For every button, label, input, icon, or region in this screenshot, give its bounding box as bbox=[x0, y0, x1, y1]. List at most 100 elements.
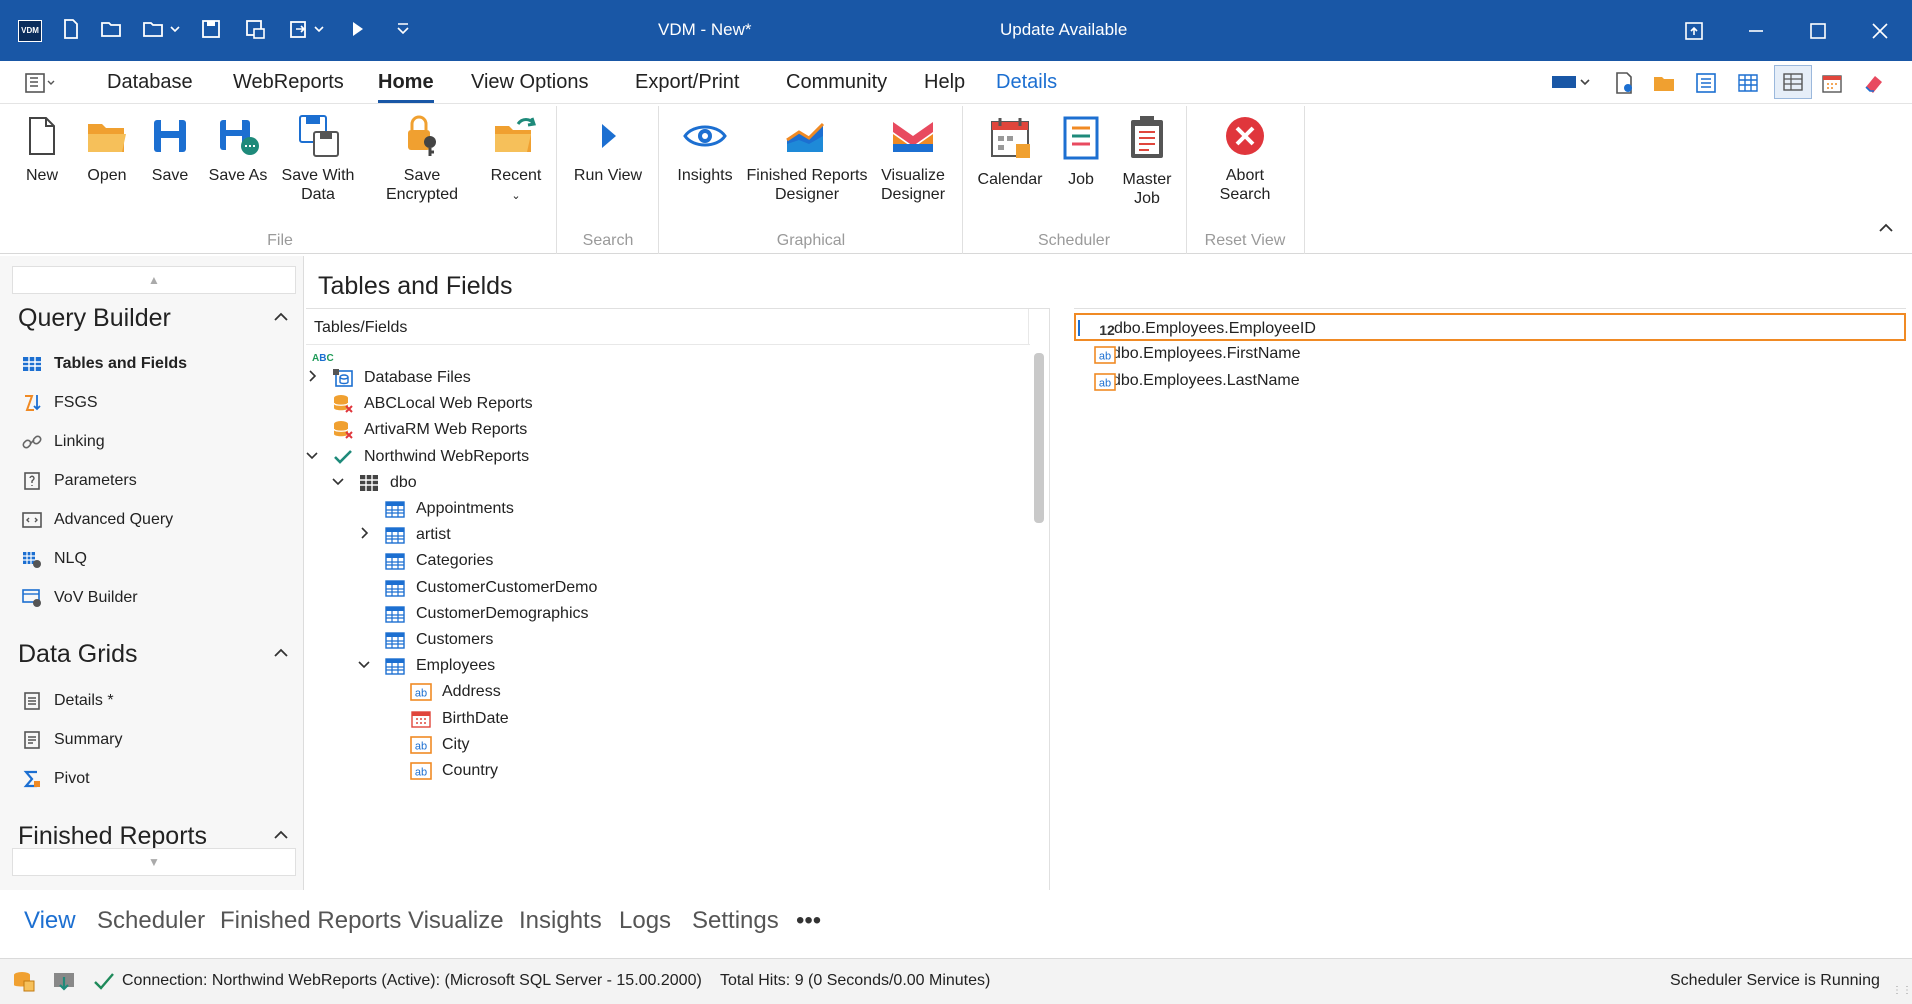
more-tabs-button[interactable]: ••• bbox=[796, 907, 821, 935]
folder-icon[interactable] bbox=[1652, 71, 1676, 100]
chevron-down-icon[interactable] bbox=[328, 470, 348, 496]
open-recent-icon[interactable] bbox=[142, 18, 182, 42]
save-button[interactable]: Save bbox=[148, 114, 192, 185]
save-with-data-icon[interactable] bbox=[244, 18, 268, 42]
restore-layout-icon[interactable] bbox=[1674, 14, 1714, 48]
visualize-designer-button[interactable]: Visualize Designer bbox=[876, 114, 950, 204]
details-view-icon[interactable] bbox=[1774, 65, 1812, 99]
tab-database[interactable]: Database bbox=[107, 71, 193, 94]
finished-reports-designer-button[interactable]: Finished Reports Designer bbox=[746, 114, 868, 204]
table-icon bbox=[384, 499, 406, 519]
export-icon[interactable] bbox=[288, 18, 328, 42]
nav-advanced-query[interactable]: Advanced Query bbox=[22, 508, 173, 532]
minimize-button[interactable] bbox=[1736, 14, 1776, 48]
scroll-thumb[interactable] bbox=[1034, 353, 1044, 523]
collapse-finished-reports-icon[interactable] bbox=[272, 826, 290, 847]
download-drive-icon[interactable] bbox=[52, 969, 76, 993]
selected-field-row[interactable]: 12 dbo.Employees.EmployeeID bbox=[1074, 313, 1906, 341]
nav-summary[interactable]: Summary bbox=[22, 728, 122, 752]
recent-button[interactable]: Recent ⌄ bbox=[486, 114, 546, 206]
collapse-ribbon-icon[interactable] bbox=[1876, 220, 1896, 241]
schema-grid-icon bbox=[358, 473, 380, 493]
tab-view-options[interactable]: View Options bbox=[471, 71, 588, 94]
tab-finished-reports[interactable]: Finished Reports bbox=[220, 907, 401, 935]
tree-scrollbar[interactable] bbox=[1034, 353, 1044, 891]
save-encrypted-button[interactable]: Save Encrypted bbox=[366, 114, 478, 204]
insights-button[interactable]: Insights bbox=[674, 114, 736, 185]
vov-builder-icon bbox=[22, 588, 42, 608]
tree-node-label: Customers bbox=[416, 631, 494, 648]
selected-fields-list: 12 dbo.Employees.EmployeeID ab dbo.Employee… bbox=[1074, 308, 1906, 890]
nav-linking[interactable]: Linking bbox=[22, 430, 105, 454]
filter-abc-icon[interactable]: ABC bbox=[312, 353, 334, 364]
app-menu-icon[interactable] bbox=[24, 72, 58, 99]
nav-nlq[interactable]: NLQ bbox=[22, 547, 87, 571]
scroll-up-button[interactable]: ▲ bbox=[12, 266, 296, 294]
save-icon[interactable] bbox=[200, 18, 224, 42]
tree-node-label: CustomerCustomerDemo bbox=[416, 579, 598, 596]
job-button[interactable]: Job bbox=[1054, 114, 1108, 189]
tab-home[interactable]: Home bbox=[378, 71, 434, 103]
chevron-right-icon[interactable] bbox=[354, 522, 374, 548]
document-settings-icon[interactable] bbox=[1612, 71, 1636, 100]
connection-status: Connection: Northwind WebReports (Active… bbox=[122, 972, 702, 989]
tab-insights[interactable]: Insights bbox=[519, 907, 602, 935]
calendar-icon[interactable] bbox=[1820, 71, 1844, 100]
tab-view[interactable]: View bbox=[24, 907, 76, 935]
maximize-button[interactable] bbox=[1798, 14, 1838, 48]
tab-export-print[interactable]: Export/Print bbox=[635, 71, 739, 94]
list-view-icon[interactable] bbox=[1694, 71, 1718, 100]
nav-vov-builder[interactable]: VoV Builder bbox=[22, 586, 138, 610]
calendar-button[interactable]: Calendar bbox=[974, 114, 1046, 189]
nav-parameters[interactable]: Parameters bbox=[22, 469, 137, 493]
nav-pivot[interactable]: Pivot bbox=[22, 767, 90, 791]
scroll-down-button[interactable]: ▼ bbox=[12, 848, 296, 876]
tab-help[interactable]: Help bbox=[924, 71, 965, 94]
master-job-button[interactable]: Master Job bbox=[1116, 114, 1178, 208]
eraser-icon[interactable] bbox=[1862, 71, 1886, 100]
new-file-icon[interactable] bbox=[60, 18, 84, 42]
grid-view-icon[interactable] bbox=[1736, 71, 1760, 100]
customize-toolbar-icon[interactable] bbox=[392, 18, 416, 42]
nav-tables-and-fields[interactable]: Tables and Fields bbox=[22, 352, 187, 376]
chevron-down-icon[interactable] bbox=[302, 444, 322, 470]
chevron-right-icon[interactable] bbox=[302, 365, 322, 391]
table-icon bbox=[384, 604, 406, 624]
tree-node-label: Employees bbox=[416, 657, 496, 674]
database-stack-icon[interactable] bbox=[12, 969, 36, 993]
run-view-button[interactable]: Run View bbox=[570, 114, 646, 185]
visualize-icon bbox=[893, 122, 933, 152]
new-button[interactable]: New bbox=[20, 114, 64, 185]
tab-webreports[interactable]: WebReports bbox=[233, 71, 344, 94]
code-window-icon bbox=[22, 510, 42, 530]
selected-field-row[interactable]: ab dbo.Employees.FirstName bbox=[1074, 340, 1906, 368]
collapse-query-builder-icon[interactable] bbox=[272, 308, 290, 329]
tab-community[interactable]: Community bbox=[786, 71, 887, 94]
ribbon: New Open Save Save As Save With Data Sav… bbox=[0, 104, 1912, 254]
close-button[interactable] bbox=[1860, 14, 1900, 48]
db-error-icon bbox=[332, 394, 354, 414]
run-icon[interactable] bbox=[346, 18, 370, 42]
tab-logs[interactable]: Logs bbox=[619, 907, 671, 935]
abort-search-button[interactable]: Abort Search bbox=[1210, 114, 1280, 204]
open-folder-icon[interactable] bbox=[100, 18, 124, 42]
table-icon bbox=[384, 578, 406, 598]
new-document-icon bbox=[29, 117, 55, 155]
tree-node-label: ArtivaRM Web Reports bbox=[364, 421, 528, 438]
collapse-data-grids-icon[interactable] bbox=[272, 644, 290, 665]
save-as-button[interactable]: Save As bbox=[208, 114, 268, 185]
chevron-down-icon[interactable] bbox=[354, 653, 374, 679]
resize-grip-icon[interactable]: ⋮⋮ bbox=[1892, 985, 1912, 996]
tab-scheduler[interactable]: Scheduler bbox=[97, 907, 205, 935]
open-button[interactable]: Open bbox=[82, 114, 132, 185]
update-available-link[interactable]: Update Available bbox=[1000, 20, 1127, 40]
selected-field-row[interactable]: ab dbo.Employees.LastName bbox=[1074, 367, 1906, 395]
nav-details[interactable]: Details * bbox=[22, 689, 114, 713]
nav-fsgs[interactable]: FSGS bbox=[22, 391, 98, 415]
tab-details[interactable]: Details bbox=[996, 71, 1057, 94]
tree-column-header: Tables/Fields bbox=[306, 309, 1030, 345]
color-theme-icon[interactable] bbox=[1550, 71, 1592, 98]
tab-settings[interactable]: Settings bbox=[692, 907, 779, 935]
save-with-data-button[interactable]: Save With Data bbox=[280, 114, 356, 204]
tab-visualize[interactable]: Visualize bbox=[408, 907, 504, 935]
